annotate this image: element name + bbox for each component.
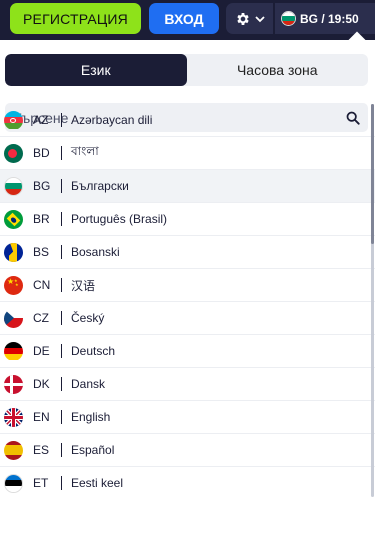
tab-language[interactable]: Език [5,54,187,86]
language-code: CZ [33,311,49,325]
separator [61,113,62,127]
language-name: Dansk [71,377,106,391]
language-item-cn[interactable]: ★ ★ ★ CN 汉语 [0,269,375,302]
language-name: Português (Brasil) [71,212,168,226]
language-code: AZ [33,113,49,127]
language-item-az[interactable]: AZ Azərbaycan dili [0,104,375,137]
language-item-bd[interactable]: BD বাংলা [0,137,375,170]
language-code: BS [33,245,50,259]
language-code: ET [33,476,49,490]
top-bar: РЕГИСТРАЦИЯ ВХОД BG / 19:50 [0,0,375,40]
language-name: বাংলা [71,144,99,158]
bosnia-flag-icon [4,242,23,262]
separator [61,311,62,325]
gear-icon [236,12,249,25]
china-flag-icon: ★ ★ ★ [4,275,23,295]
estonia-flag-icon [4,473,23,493]
language-list: AZ Azərbaycan dili BD বাংলা BG Български… [0,104,375,497]
language-name: Deutsch [71,344,116,358]
bulgaria-flag-icon [4,176,23,196]
language-code: BD [33,146,50,160]
language-item-en[interactable]: EN English [0,401,375,434]
separator [61,344,62,358]
bulgaria-flag-icon [281,11,296,26]
uk-flag-icon [4,407,23,427]
language-item-es[interactable]: ES Español [0,434,375,467]
germany-flag-icon [4,341,23,361]
language-name: English [71,410,111,424]
language-code: CN [33,278,51,292]
separator [61,179,62,193]
language-name: Český [71,311,105,325]
denmark-flag-icon [4,374,23,394]
language-code: BR [33,212,50,226]
language-item-br[interactable]: BR Português (Brasil) [0,203,375,236]
language-name: Bosanski [71,245,120,259]
separator [61,476,62,490]
language-name: Español [71,443,115,457]
language-name: Eesti keel [71,476,124,490]
language-code: BG [33,179,51,193]
language-item-bs[interactable]: BS Bosanski [0,236,375,269]
separator [61,146,62,160]
language-item-et[interactable]: ET Eesti keel [0,467,375,497]
language-code: DK [33,377,50,391]
language-item-bg[interactable]: BG Български [0,170,375,203]
separator [61,278,62,292]
language-code: EN [33,410,50,424]
locale-label: BG / 19:50 [300,11,359,26]
language-code: ES [33,443,50,457]
chevron-down-icon [254,15,265,22]
language-name: 汉语 [71,278,96,293]
language-item-cz[interactable]: CZ Český [0,302,375,335]
separator [61,410,62,424]
separator [61,212,62,226]
separator [61,443,62,457]
tab-timezone[interactable]: Часова зона [187,54,369,86]
brazil-flag-icon [4,209,23,229]
tab-bar: Език Часова зона [5,54,368,86]
register-button[interactable]: РЕГИСТРАЦИЯ [10,3,141,34]
language-item-dk[interactable]: DK Dansk [0,368,375,401]
azerbaijan-flag-icon [4,110,23,130]
separator [61,245,62,259]
settings-button[interactable] [226,3,273,34]
spain-flag-icon [4,440,23,460]
language-code: DE [33,344,50,358]
bangladesh-flag-icon [4,143,23,163]
locale-button[interactable]: BG / 19:50 [275,3,375,34]
language-item-de[interactable]: DE Deutsch [0,335,375,368]
czech-flag-icon [4,308,23,328]
scrollbar-thumb[interactable] [371,104,374,244]
separator [61,377,62,391]
login-button[interactable]: ВХОД [149,3,219,34]
language-name: Azərbaycan dili [71,113,153,127]
language-name: Български [71,179,129,193]
